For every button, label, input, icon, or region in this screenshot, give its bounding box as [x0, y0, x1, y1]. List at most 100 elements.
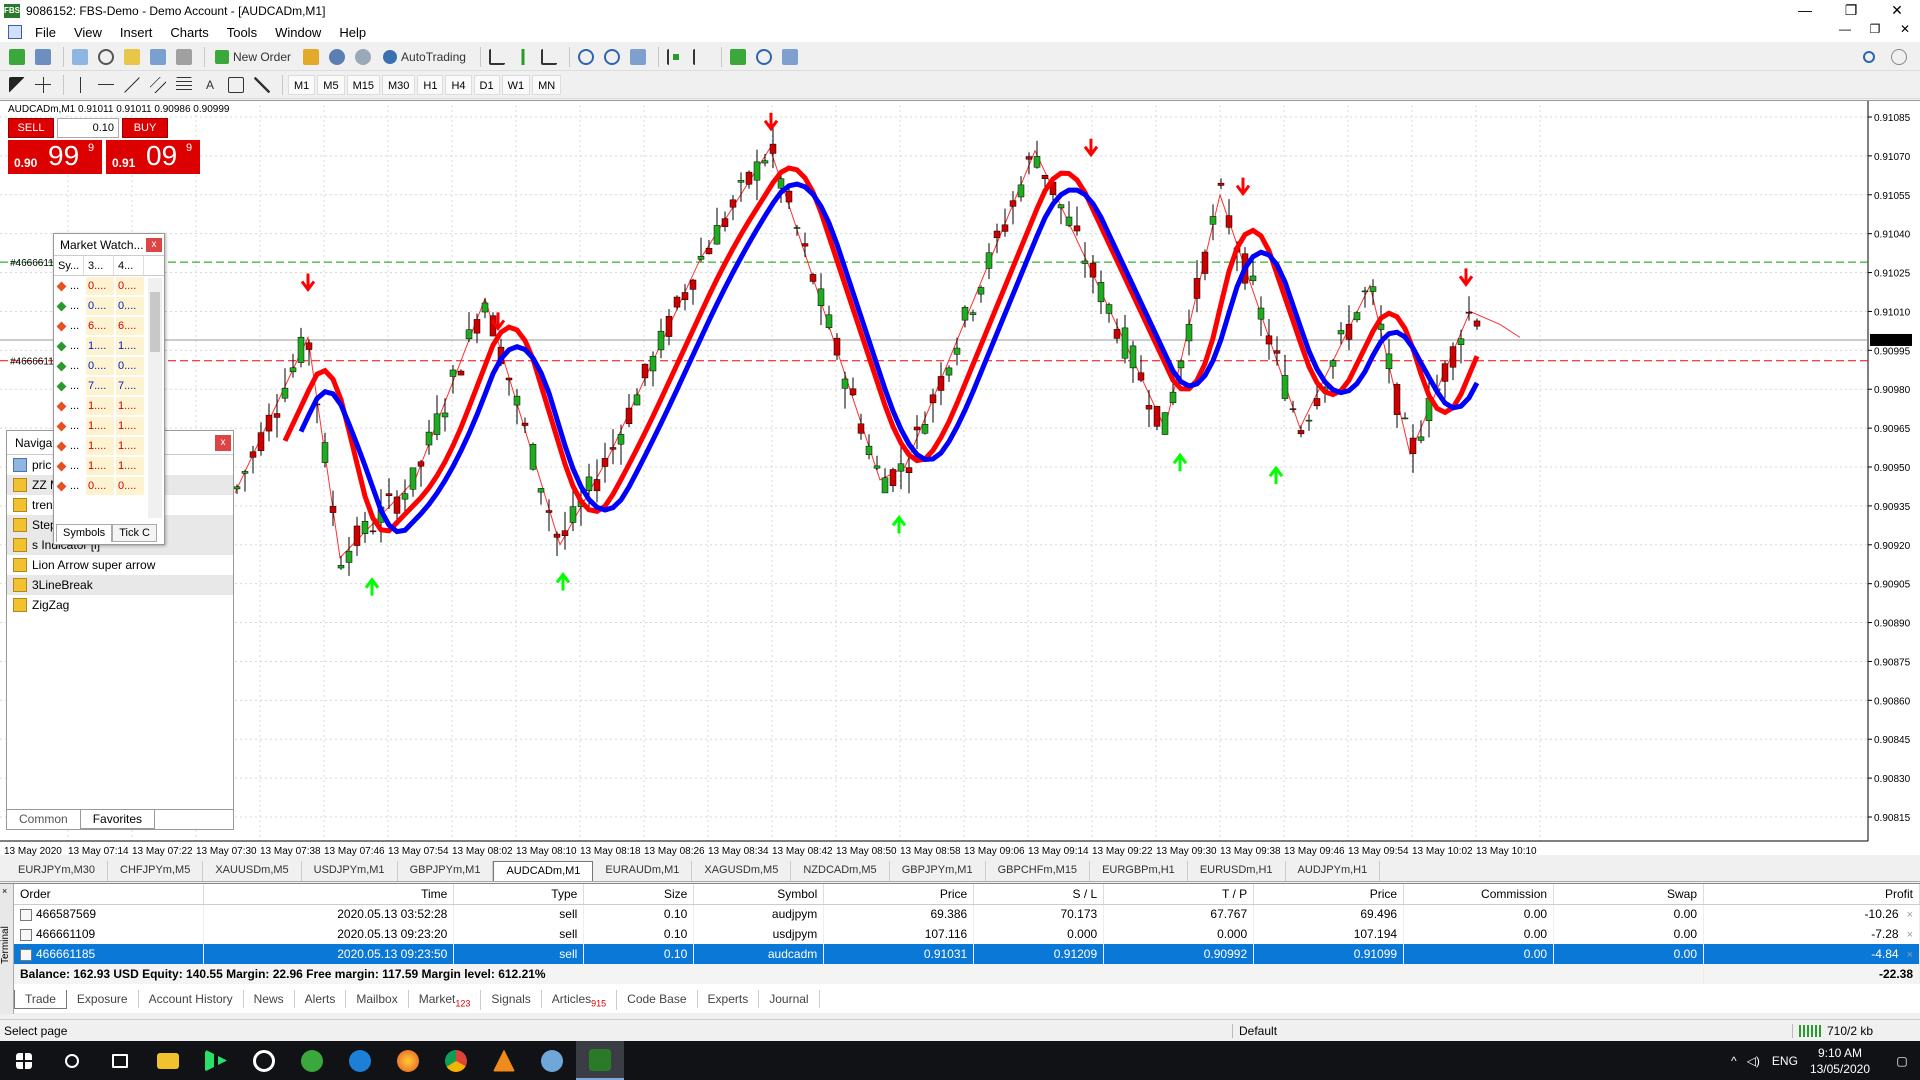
- candlestick-icon[interactable]: [512, 46, 534, 68]
- terminal-tab[interactable]: Signals: [481, 990, 542, 1008]
- navigator-icon[interactable]: [121, 46, 143, 68]
- terminal-tab[interactable]: Articles915: [542, 990, 618, 1011]
- timeframe-m30[interactable]: M30: [381, 74, 416, 95]
- column-header[interactable]: S / L: [973, 884, 1105, 905]
- column-header[interactable]: Commission: [1403, 884, 1555, 905]
- auto-scroll-icon[interactable]: [664, 46, 686, 68]
- chart-tab[interactable]: AUDCADm,M1: [493, 861, 594, 881]
- app-icon-blue[interactable]: [528, 1041, 576, 1080]
- menu-help[interactable]: Help: [330, 25, 375, 40]
- periods-icon[interactable]: [753, 46, 775, 68]
- timeframe-m1[interactable]: M1: [288, 74, 316, 95]
- metaeditor-icon[interactable]: [300, 46, 322, 68]
- new-order-button[interactable]: New Order: [210, 46, 296, 68]
- fibonacci-icon[interactable]: [173, 74, 195, 96]
- chart-tab[interactable]: CHFJPYm,M5: [108, 861, 204, 881]
- search-icon[interactable]: [1858, 46, 1880, 68]
- firefox-icon[interactable]: [384, 1041, 432, 1080]
- horizontal-line-icon[interactable]: [95, 74, 117, 96]
- chart-tab[interactable]: XAGUSDm,M5: [692, 861, 792, 881]
- minimize-button[interactable]: —: [1782, 0, 1828, 22]
- tile-windows-icon[interactable]: [627, 46, 649, 68]
- text-icon[interactable]: A: [199, 74, 221, 96]
- menu-tools[interactable]: Tools: [218, 25, 266, 40]
- close-order-icon[interactable]: ×: [1907, 909, 1913, 921]
- indicators-icon[interactable]: [727, 46, 749, 68]
- chart-tab[interactable]: GBPJPYm,M1: [890, 861, 986, 881]
- column-header[interactable]: Time: [203, 884, 455, 905]
- navigator-item[interactable]: ZigZag: [7, 595, 233, 615]
- new-chart-icon[interactable]: [6, 46, 28, 68]
- menu-insert[interactable]: Insert: [111, 25, 162, 40]
- terminal-tab[interactable]: Trade: [14, 990, 67, 1009]
- market-watch-icon[interactable]: [69, 46, 91, 68]
- terminal-tab[interactable]: Alerts: [295, 990, 347, 1008]
- file-explorer-icon[interactable]: [144, 1041, 192, 1080]
- fbs-terminal-taskbar-icon[interactable]: [576, 1041, 624, 1080]
- chart-tab[interactable]: NZDCADm,M5: [791, 861, 890, 881]
- vertical-line-icon[interactable]: [69, 74, 91, 96]
- templates-icon[interactable]: [779, 46, 801, 68]
- community-icon[interactable]: [352, 46, 374, 68]
- mw-col-ask[interactable]: 4...: [114, 256, 144, 275]
- chart-minimize-button[interactable]: —: [1830, 22, 1860, 36]
- navigator-tab-favorites[interactable]: Favorites: [79, 810, 156, 829]
- autotrading-button[interactable]: AutoTrading: [378, 46, 471, 68]
- terminal-tab[interactable]: Market123: [409, 990, 482, 1011]
- timeframe-d1[interactable]: D1: [473, 74, 500, 95]
- navigator-tab-common[interactable]: Common: [7, 810, 80, 829]
- chart-canvas[interactable]: 0.910850.910700.910550.910400.910250.910…: [0, 101, 1920, 856]
- market-watch-scrollbar[interactable]: [148, 278, 162, 518]
- status-profile[interactable]: Default: [1232, 1024, 1277, 1038]
- strategy-tester-icon[interactable]: [173, 46, 195, 68]
- chart-tab[interactable]: AUDJPYm,H1: [1286, 861, 1381, 881]
- vlc-icon[interactable]: [480, 1041, 528, 1080]
- mw-tab-tick-chart[interactable]: Tick C: [112, 524, 157, 542]
- order-row[interactable]: 466661185 2020.05.13 09:23:50 sell 0.10 audc…: [14, 944, 1920, 964]
- order-row[interactable]: 466661109 2020.05.13 09:23:20 sell 0.10 usdj…: [14, 924, 1920, 944]
- volume-icon[interactable]: ◁): [1747, 1054, 1760, 1068]
- column-header[interactable]: Order: [14, 884, 205, 905]
- terminal-tab[interactable]: News: [244, 990, 295, 1008]
- signals-icon[interactable]: [326, 46, 348, 68]
- column-header[interactable]: Type: [453, 884, 585, 905]
- line-chart-icon[interactable]: [538, 46, 560, 68]
- cursor-icon[interactable]: [6, 74, 28, 96]
- terminal-tab[interactable]: Experts: [698, 990, 760, 1008]
- chrome-icon[interactable]: [432, 1041, 480, 1080]
- menu-charts[interactable]: Charts: [161, 25, 217, 40]
- column-header[interactable]: Swap: [1553, 884, 1704, 905]
- task-view-icon[interactable]: [96, 1041, 144, 1080]
- zoom-in-icon[interactable]: [575, 46, 597, 68]
- chart-close-button[interactable]: ✕: [1890, 22, 1920, 36]
- obs-icon[interactable]: [240, 1041, 288, 1080]
- sell-button[interactable]: SELL: [8, 118, 54, 138]
- search-taskbar-icon[interactable]: [48, 1041, 96, 1080]
- close-order-icon[interactable]: ×: [1907, 949, 1913, 961]
- column-header[interactable]: Symbol: [693, 884, 825, 905]
- edge-icon[interactable]: [336, 1041, 384, 1080]
- arrows-icon[interactable]: [251, 74, 273, 96]
- timeframe-m15[interactable]: M15: [346, 74, 380, 95]
- status-connection[interactable]: 710/2 kb: [1792, 1024, 1873, 1038]
- navigator-item[interactable]: 3LineBreak: [7, 575, 233, 595]
- start-icon[interactable]: [0, 1041, 48, 1080]
- terminal-tab[interactable]: Journal: [759, 990, 820, 1008]
- column-header[interactable]: Price: [823, 884, 975, 905]
- zoom-out-icon[interactable]: [601, 46, 623, 68]
- mw-col-bid[interactable]: 3...: [84, 256, 114, 275]
- menu-view[interactable]: View: [65, 25, 111, 40]
- document-icon[interactable]: [8, 25, 22, 39]
- chart-tab[interactable]: EURUSDm,H1: [1188, 861, 1286, 881]
- chart-tab[interactable]: EURAUDm,M1: [593, 861, 693, 881]
- timeframe-h4[interactable]: H4: [445, 74, 472, 95]
- column-header[interactable]: Size: [583, 884, 695, 905]
- sell-price-box[interactable]: 0.90 99 9: [8, 140, 102, 174]
- notifications-icon[interactable]: ▢: [1884, 1054, 1920, 1068]
- terminal-close-icon[interactable]: ×: [2, 886, 12, 896]
- column-header[interactable]: Price: [1253, 884, 1405, 905]
- close-order-icon[interactable]: ×: [1907, 929, 1913, 941]
- clock[interactable]: 9:10 AM 13/05/2020: [1810, 1045, 1870, 1077]
- buy-button[interactable]: BUY: [122, 118, 168, 138]
- mw-tab-symbols[interactable]: Symbols: [56, 524, 113, 542]
